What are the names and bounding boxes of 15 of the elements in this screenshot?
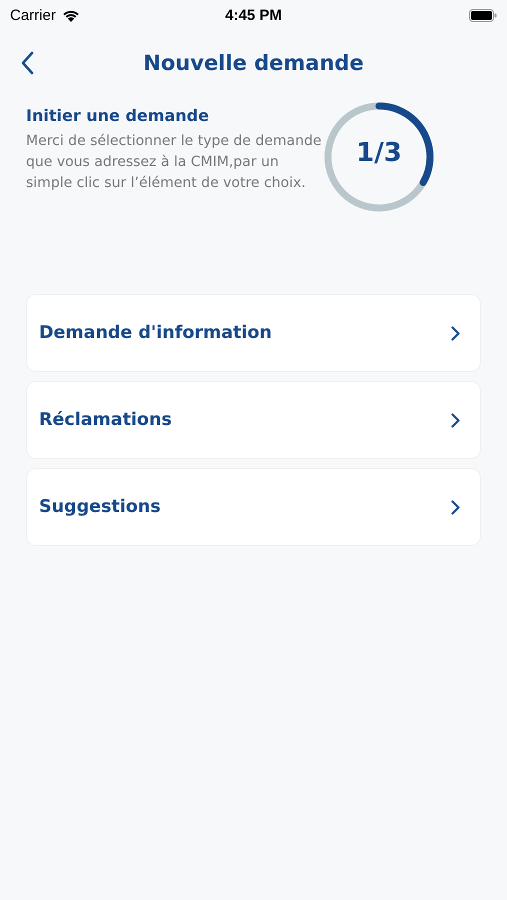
section-title: Initier une demande [26, 106, 210, 125]
request-type-item[interactable]: Réclamations [26, 381, 481, 459]
instruction-text: Merci de sélectionner le type de demande que vous adressez à la CMIM,par un simple clic sur l’élément de votre choix. [26, 132, 322, 193]
request-type-item[interactable]: Suggestions [26, 468, 481, 546]
request-type-item[interactable]: Demande d'information [26, 294, 481, 372]
step-counter: 1/3 [355, 138, 403, 168]
chevron-icon [451, 412, 460, 428]
carrier-label: Carrier [10, 6, 56, 24]
page-title: Nouvelle demande [143, 51, 364, 75]
back-icon[interactable] [20, 51, 34, 75]
battery-icon [469, 8, 497, 22]
wifi-icon [62, 8, 80, 22]
chevron-icon [451, 500, 460, 514]
status-time: 4:45 PM [225, 6, 282, 24]
chevron-icon [451, 326, 460, 340]
